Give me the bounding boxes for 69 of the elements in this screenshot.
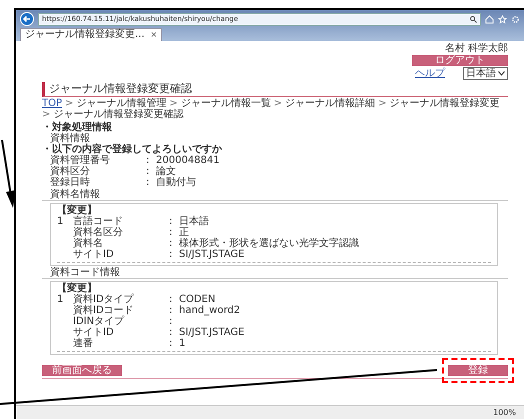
zoom-level: 100% <box>493 407 516 418</box>
field-value: SI/JST.JSTAGE <box>179 249 246 260</box>
breadcrumb-separator: > <box>378 98 387 109</box>
field-label: 資料名 <box>73 238 104 249</box>
help-link[interactable]: ヘルプ <box>415 68 445 79</box>
field-value: 自動付与 <box>156 177 197 188</box>
colon: : <box>169 249 174 260</box>
field-label: 登録日時 <box>50 177 91 188</box>
colon: : <box>146 155 150 166</box>
field-value: CODEN <box>179 294 216 305</box>
colon: : <box>169 327 174 338</box>
logout-button[interactable]: ログアウト <box>412 55 508 66</box>
field-label: 資料管理番号 <box>50 155 111 166</box>
breadcrumb-separator: > <box>274 98 282 109</box>
home-icon[interactable] <box>485 14 494 24</box>
field-value: SI/JST.JSTAGE <box>179 327 246 338</box>
target-value: 資料情報 <box>49 133 90 144</box>
page-title: ジャーナル情報登録変更確認 <box>42 82 508 97</box>
back-button[interactable]: 前画面へ戻る <box>42 365 122 376</box>
section-heading: ・対象処理情報 <box>42 122 113 133</box>
colon: : <box>169 238 174 249</box>
breadcrumb-item: ジャーナル情報登録変更確認 <box>53 109 184 120</box>
breadcrumb-item: ジャーナル情報管理 <box>76 98 166 109</box>
colon: : <box>146 166 150 177</box>
field-label: サイトID <box>73 327 115 338</box>
change-label: 【変更】 <box>57 205 98 216</box>
breadcrumb-link[interactable]: TOP <box>42 98 62 109</box>
field-value: 2000048841 <box>156 155 221 166</box>
breadcrumb-separator: > <box>169 98 178 109</box>
field-value: 1 <box>179 338 186 349</box>
colon: : <box>169 227 174 238</box>
colon: : <box>169 316 174 327</box>
entry-number: 1 <box>57 294 64 305</box>
entry-number: 1 <box>57 216 64 227</box>
field-label: 資料区分 <box>50 166 91 177</box>
field-label: 資料IDタイプ <box>73 294 135 305</box>
breadcrumb-item: ジャーナル情報詳細 <box>285 98 376 109</box>
block-title: 資料名情報 <box>42 189 508 201</box>
browser-tab[interactable]: ジャーナル情報登録変更... × <box>20 28 162 41</box>
field-value: 日本語 <box>179 216 210 227</box>
field-value: 正 <box>179 227 189 238</box>
user-name: 名村 科学太郎 <box>444 43 508 54</box>
colon: : <box>146 177 150 188</box>
section-heading: ・以下の内容で登録してよろしいですか <box>42 144 223 155</box>
colon: : <box>169 294 174 305</box>
field-value: 論文 <box>156 166 177 177</box>
field-label: サイトID <box>73 249 115 260</box>
field-label: 資料IDコード <box>73 305 135 316</box>
change-label: 【変更】 <box>57 283 98 294</box>
breadcrumb-separator: > <box>65 98 74 109</box>
star-icon[interactable] <box>498 14 507 24</box>
field-value: 様体形式・形状を選ばない光学文字認識 <box>179 238 360 249</box>
field-label: 資料名区分 <box>73 227 124 238</box>
field-label: 連番 <box>73 338 94 349</box>
field-value: hand_word2 <box>179 305 242 316</box>
chevron-icon <box>498 71 505 76</box>
colon: : <box>169 216 174 227</box>
field-label: 言語コード <box>73 216 124 227</box>
close-icon[interactable]: × <box>150 29 158 41</box>
search-icon[interactable] <box>470 16 477 22</box>
language-select[interactable]: 日本語 <box>463 67 508 80</box>
colon: : <box>169 305 174 316</box>
breadcrumb-item: ジャーナル情報一覧 <box>180 98 271 109</box>
breadcrumb-item: ジャーナル情報登録変更 <box>390 98 500 109</box>
register-button[interactable]: 登録 <box>448 365 508 376</box>
block-title: 資料コード情報 <box>42 267 508 279</box>
breadcrumb-separator: > <box>42 109 50 120</box>
field-label: IDINタイプ <box>73 316 126 327</box>
colon: : <box>169 338 174 349</box>
